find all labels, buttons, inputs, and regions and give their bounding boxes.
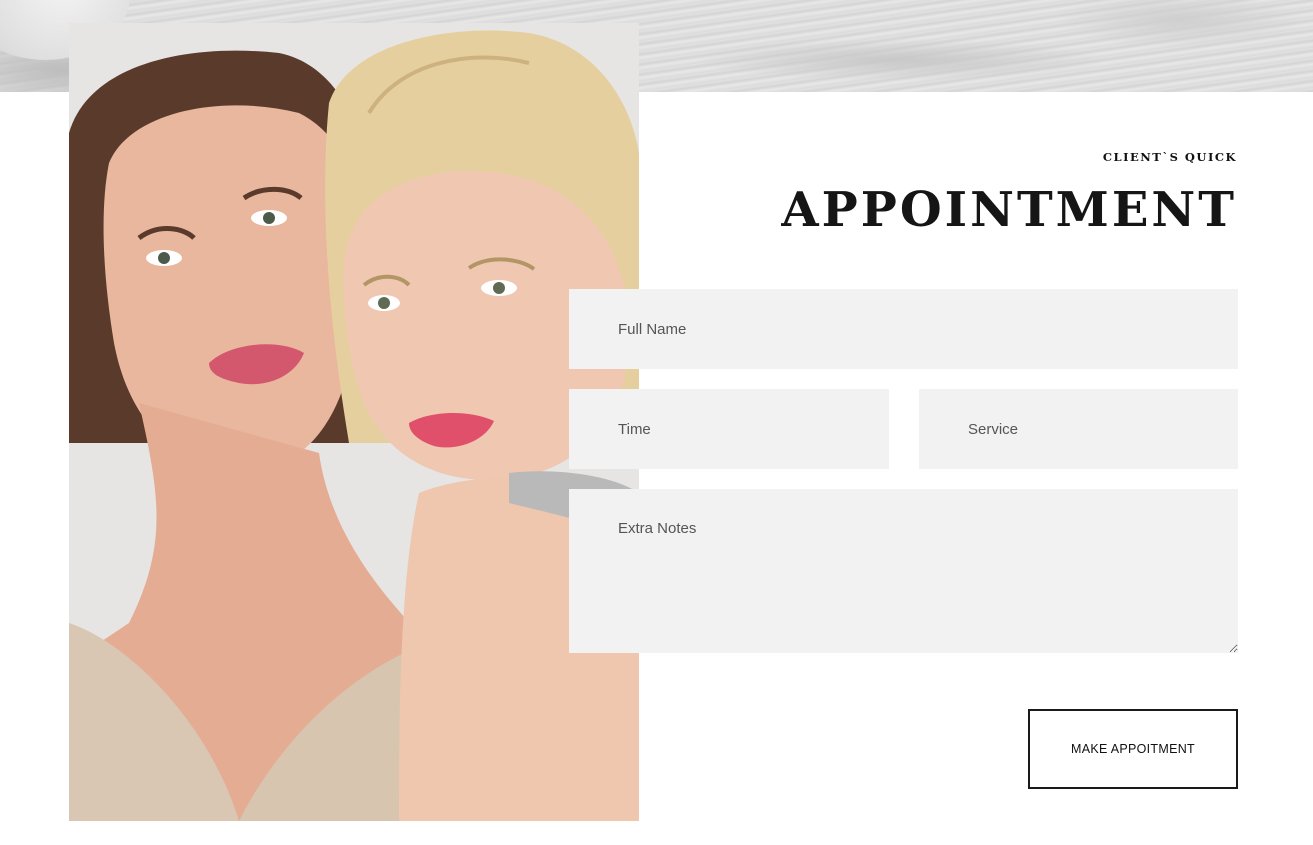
full-name-input[interactable] xyxy=(569,289,1238,369)
section-eyebrow: CLIENT`S QUICK xyxy=(1102,150,1237,164)
extra-notes-textarea[interactable] xyxy=(569,489,1238,653)
time-input[interactable] xyxy=(569,389,889,469)
models-portrait-image xyxy=(69,23,639,821)
make-appointment-button[interactable]: MAKE APPOITMENT xyxy=(1028,709,1238,789)
appointment-section: CLIENT`S QUICK APPOINTMENT MAKE APPOITME… xyxy=(0,0,1313,845)
service-input[interactable] xyxy=(919,389,1238,469)
page-title: APPOINTMENT xyxy=(781,182,1237,238)
